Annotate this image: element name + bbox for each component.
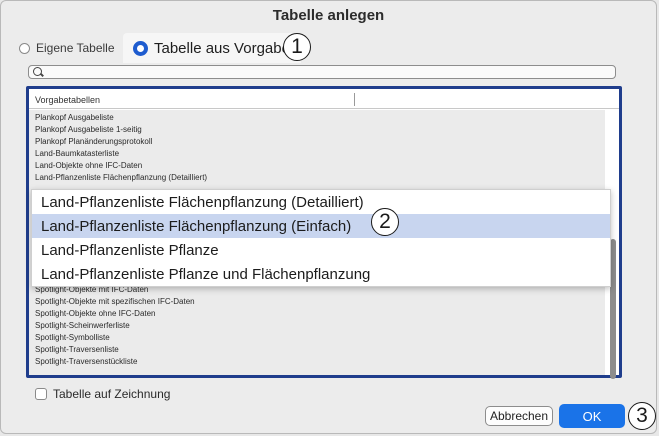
popup-item-selected[interactable]: Land-Pflanzenliste Flächenpflanzung (Ein… [32, 214, 610, 238]
ok-button[interactable]: OK [559, 404, 625, 428]
callout-1: 1 [283, 33, 311, 61]
list-item[interactable]: Land-Baumkatasterliste [35, 148, 119, 160]
list-item[interactable]: Spotlight-Symbolliste [35, 332, 110, 344]
cancel-button[interactable]: Abbrechen [485, 406, 553, 426]
search-field[interactable] [28, 65, 616, 79]
tab-table-from-template[interactable]: Tabelle aus Vorgabe [123, 33, 301, 63]
template-popup-list: Land-Pflanzenliste Flächenpflanzung (Det… [31, 189, 611, 287]
list-item[interactable]: Plankopf Planänderungsprotokoll [35, 136, 152, 148]
draw-table-option[interactable]: Tabelle auf Zeichnung [35, 387, 170, 401]
list-item[interactable]: Spotlight-Traversenstückliste [35, 356, 137, 368]
popup-item[interactable]: Land-Pflanzenliste Pflanze und Flächenpf… [32, 262, 610, 286]
callout-2: 2 [371, 208, 399, 236]
list-item[interactable]: Spotlight-Objekte ohne IFC-Daten [35, 308, 156, 320]
list-item[interactable]: Land-Pflanzenliste Flächenpflanzung (Det… [35, 172, 207, 184]
tab-own-table[interactable]: Eigene Tabelle [19, 33, 125, 63]
popup-item[interactable]: Land-Pflanzenliste Flächenpflanzung (Det… [32, 190, 610, 214]
list-item[interactable]: Plankopf Ausgabeliste 1-seitig [35, 124, 142, 136]
radio-table-from-template[interactable] [133, 40, 148, 56]
draw-table-checkbox[interactable] [35, 388, 47, 400]
search-icon [33, 67, 42, 76]
radio-own-table[interactable] [19, 42, 30, 54]
list-item[interactable]: Spotlight-Traversenliste [35, 344, 119, 356]
column-divider[interactable] [354, 93, 355, 106]
tab-own-table-label: Eigene Tabelle [36, 41, 115, 55]
list-item[interactable]: Spotlight-Objekte mit spezifischen IFC-D… [35, 296, 195, 308]
column-header-templates[interactable]: Vorgabetabellen [35, 95, 100, 105]
dialog-title: Tabelle anlegen [272, 7, 385, 24]
list-header[interactable]: Vorgabetabellen [29, 89, 619, 109]
tab-template-label: Tabelle aus Vorgabe [154, 39, 290, 57]
list-item[interactable]: Land-Objekte ohne IFC-Daten [35, 160, 142, 172]
callout-3: 3 [628, 402, 656, 430]
popup-item[interactable]: Land-Pflanzenliste Pflanze [32, 238, 610, 262]
list-item[interactable]: Spotlight-Scheinwerferliste [35, 320, 130, 332]
list-item[interactable]: Plankopf Ausgabeliste [35, 112, 114, 124]
draw-table-label: Tabelle auf Zeichnung [53, 387, 171, 401]
create-table-dialog: Tabelle anlegen Eigene Tabelle Tabelle a… [0, 0, 657, 434]
